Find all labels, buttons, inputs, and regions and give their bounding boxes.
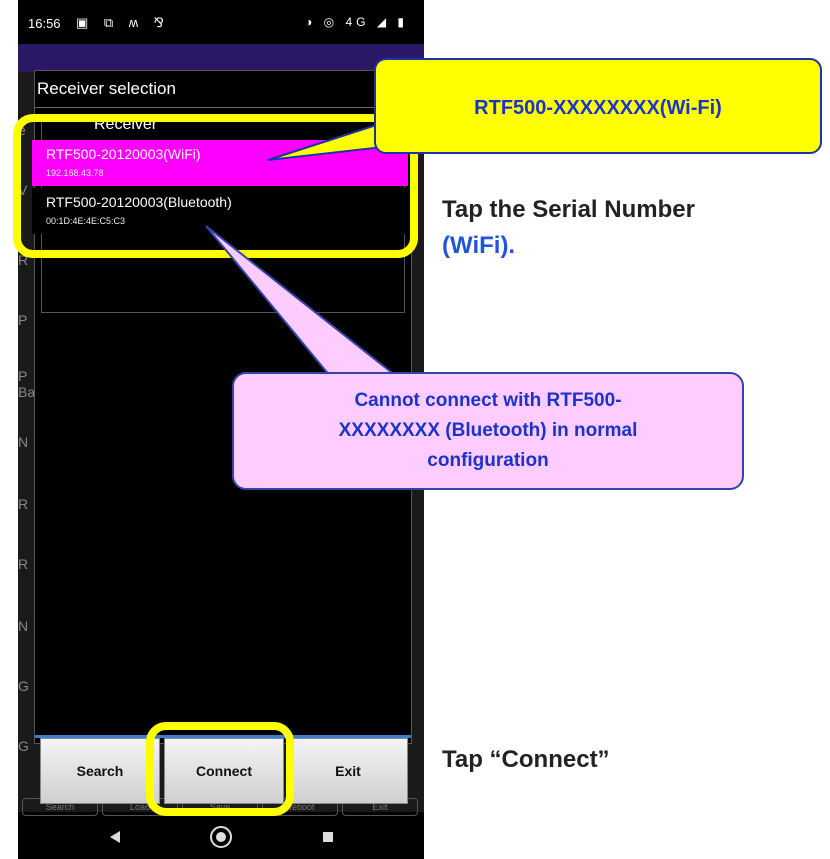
bluetooth-callout-pointer (205, 225, 399, 377)
bluetooth-callout-line: configuration (427, 450, 549, 471)
paren: ). (500, 232, 516, 259)
wifi-emphasis: WiFi (450, 232, 501, 259)
bluetooth-callout: Cannot connect with RTF500- XXXXXXXX (Bl… (232, 372, 744, 490)
instruction-tap-serial: Tap the Serial Number (WiFi). (442, 192, 822, 264)
wifi-callout-text: RTF500-XXXXXXXX(Wi-Fi) (474, 97, 722, 119)
instruction-line: (WiFi). (442, 228, 822, 264)
bluetooth-callout-line: Cannot connect with RTF500- (354, 390, 622, 411)
instruction-line: Tap the Serial Number (442, 196, 695, 223)
bluetooth-callout-text: Cannot connect with RTF500- XXXXXXXX (Bl… (234, 386, 742, 476)
instruction-tap-connect: Tap “Connect” (442, 746, 610, 773)
paren: ( (442, 232, 450, 259)
wifi-callout: RTF500-XXXXXXXX(Wi-Fi) (374, 58, 822, 154)
bluetooth-callout-line: XXXXXXXX (Bluetooth) in normal (338, 420, 638, 441)
